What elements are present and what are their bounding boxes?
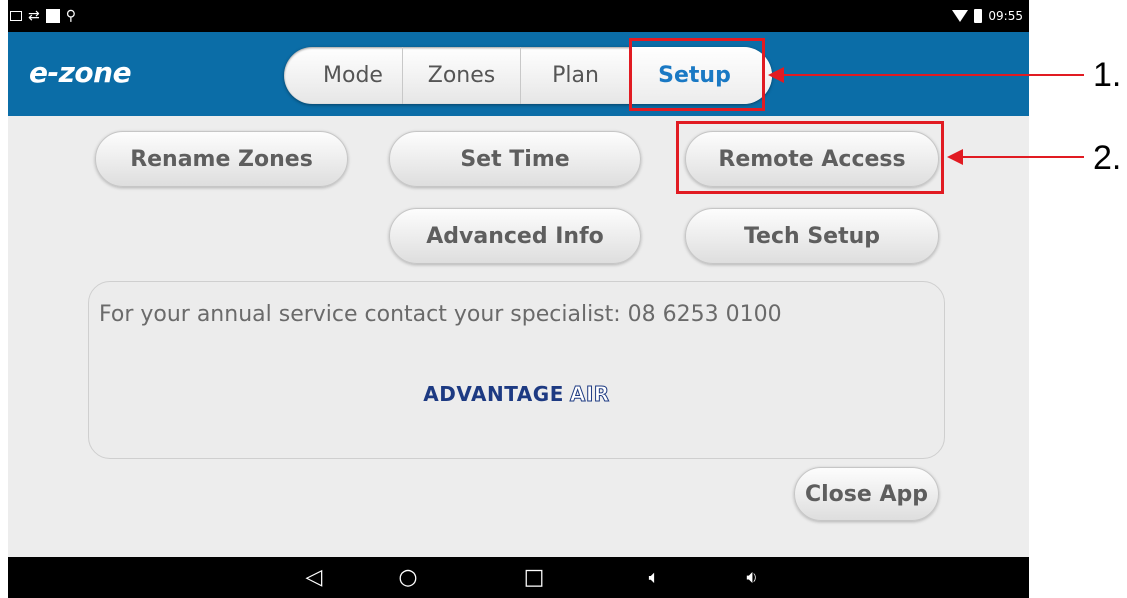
device-screen: ⇄ ⚲ 09:55 e-zone Mode Zones Plan Setup R… (8, 0, 1029, 598)
status-left-icons: ⇄ ⚲ (8, 0, 76, 32)
volume-up-icon[interactable]: 🔉︎ (732, 557, 772, 598)
android-nav-bar: ◁ ○ □ 🔈︎ 🔉︎ (8, 557, 1029, 598)
tab-plan[interactable]: Plan (521, 47, 631, 104)
status-bar: ⇄ ⚲ 09:55 (8, 0, 1029, 32)
recents-icon[interactable]: □ (514, 557, 554, 598)
service-info-panel: For your annual service contact your spe… (88, 281, 945, 459)
status-time: 09:55 (988, 9, 1023, 23)
brand-sub-text: AIR (569, 382, 610, 407)
usb-icon: ⚲ (65, 8, 76, 24)
advanced-info-button[interactable]: Advanced Info (389, 208, 641, 264)
callout-2-label: 2. (1093, 139, 1122, 177)
home-icon[interactable]: ○ (388, 557, 428, 598)
tab-mode[interactable]: Mode (284, 47, 403, 104)
back-icon[interactable]: ◁ (294, 557, 334, 598)
advantage-air-logo: ADVANTAGE AIR (89, 382, 944, 407)
setup-tab-highlight (629, 38, 765, 111)
app-logo: e-zone (29, 56, 132, 89)
tech-setup-button[interactable]: Tech Setup (685, 208, 939, 264)
wifi-icon (952, 10, 969, 22)
service-contact-text: For your annual service contact your spe… (99, 302, 782, 327)
battery-icon (974, 9, 983, 23)
status-right: 09:55 (952, 0, 1023, 32)
remote-access-highlight (676, 121, 944, 194)
screenshot-icon (10, 11, 22, 21)
square-icon (45, 9, 60, 23)
volume-down-icon[interactable]: 🔈︎ (634, 557, 674, 598)
callout-1-label: 1. (1093, 56, 1122, 94)
callout-1-arrow (782, 74, 1084, 76)
callout-2-arrow (961, 156, 1084, 158)
tab-zones[interactable]: Zones (403, 47, 521, 104)
set-time-button[interactable]: Set Time (389, 131, 641, 187)
arrows-icon: ⇄ (28, 8, 40, 24)
close-app-button[interactable]: Close App (794, 467, 939, 521)
brand-main-text: ADVANTAGE (423, 382, 564, 406)
rename-zones-button[interactable]: Rename Zones (95, 131, 348, 187)
